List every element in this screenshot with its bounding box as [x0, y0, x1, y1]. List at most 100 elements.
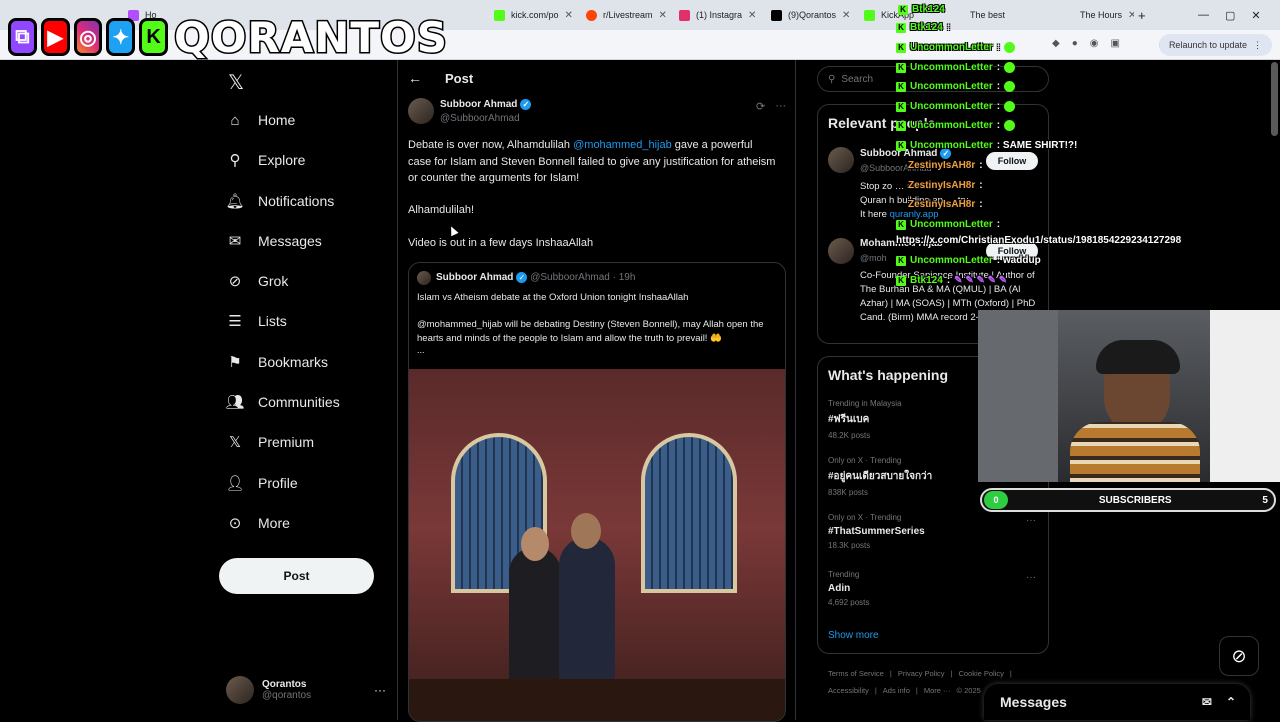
extension-icon[interactable]: ◆ — [1052, 38, 1060, 52]
close-window-icon[interactable]: ✕ — [1251, 9, 1260, 22]
nav-item-premium[interactable]: 𝕏 Premium — [226, 427, 314, 457]
window-controls[interactable]: — ▢ ✕ — [1198, 4, 1268, 26]
show-more-link[interactable]: Show more — [828, 630, 879, 641]
new-message-icon[interactable]: ✉ — [1202, 695, 1212, 709]
author-name-row[interactable]: Subboor Ahmad ✓ — [440, 99, 532, 110]
close-icon[interactable]: ✕ — [565, 10, 573, 21]
chevron-up-icon[interactable]: ⌃ — [1226, 695, 1236, 709]
trend-more-icon[interactable]: ··· — [1026, 515, 1036, 526]
account-switcher[interactable]: Qorantos @qorantos ··· — [226, 674, 386, 706]
puzzle-icon[interactable]: ▣ — [1110, 38, 1119, 52]
person-handle: @moh — [860, 253, 887, 263]
close-icon[interactable]: ✕ — [1128, 10, 1134, 21]
nav-label: Grok — [258, 273, 289, 289]
nav-item-lists[interactable]: ☰ Lists — [226, 306, 287, 336]
chat-text: : — [996, 101, 1001, 112]
terms-link[interactable]: Terms of Service — [828, 669, 884, 678]
trend-item[interactable]: Only on X · Trending #อยู่คนเดียวสบายใจก… — [828, 456, 932, 497]
author-handle[interactable]: @SubboorAhmad — [440, 113, 520, 124]
tab-label: (1) Instagra — [696, 10, 743, 20]
scrollbar[interactable] — [1271, 62, 1278, 136]
chat-message: ZestinyIsAH8r: — [908, 180, 983, 191]
close-icon[interactable]: ✕ — [748, 10, 756, 21]
avatar[interactable] — [828, 147, 854, 173]
webcam-chair — [1210, 310, 1280, 482]
kick-icon: K — [896, 81, 906, 92]
emote-row: ✎ ✎ ✎ ✎ ✎ — [954, 275, 1008, 286]
browser-tab[interactable]: r/Livestream ✕ — [586, 4, 672, 26]
menu-dots-icon[interactable]: ⋮ — [1253, 40, 1262, 51]
nav-item-notifications[interactable]: 🔔︎ Notifications — [225, 186, 334, 216]
nav-item-messages[interactable]: ✉ Messages — [226, 226, 322, 256]
chat-username: UncommonLetter — [910, 42, 993, 53]
back-arrow-icon[interactable]: ← — [408, 70, 422, 86]
chat-text: : — [946, 22, 951, 33]
subscriber-goal: 5 — [1262, 494, 1268, 506]
nav-item-communities[interactable]: 👥︎ Communities — [225, 387, 340, 417]
more-dots-icon[interactable]: ··· — [374, 683, 386, 697]
author-avatar[interactable] — [408, 98, 434, 124]
account-name: Qorantos — [262, 679, 307, 690]
follow-button[interactable]: Follow — [986, 152, 1038, 170]
cookie-link[interactable]: Cookie Policy — [958, 669, 1003, 678]
nav-item-bookmarks[interactable]: ⚑ Bookmarks — [226, 347, 328, 377]
twitch-icon: ⧉ — [8, 18, 37, 56]
person-icon: 👤︎ — [225, 475, 245, 492]
trend-item[interactable]: Trending in Malaysia #ฟรีนเบค 48.2K post… — [828, 399, 902, 440]
post-text: Debate is over now, Alhamdulilah @mohamm… — [408, 137, 778, 187]
more-dots-icon[interactable]: ··· — [775, 100, 786, 113]
chat-message: K Btk124: — [896, 22, 950, 33]
browser-tab[interactable]: (1) Instagra ✕ — [679, 4, 765, 26]
close-icon[interactable]: ✕ — [659, 10, 667, 21]
nav-item-explore[interactable]: ⚲ Explore — [226, 145, 306, 175]
post-button[interactable]: Post — [219, 558, 374, 594]
quoted-post[interactable]: Subboor Ahmad ✓ @SubboorAhmad · 19h Islam… — [408, 262, 786, 722]
trend-more-icon[interactable]: ··· — [1026, 572, 1036, 583]
chat-text: : — [979, 180, 983, 191]
nav-item-grok[interactable]: ⊘ Grok — [226, 266, 289, 296]
browser-tab[interactable]: (9)Qorantos ✕ — [771, 4, 857, 26]
nav-item-profile[interactable]: 👤︎ Profile — [225, 468, 297, 498]
twitter-icon: ✦ — [106, 18, 136, 56]
chat-username: UncommonLetter — [910, 101, 993, 112]
nav-label: Communities — [258, 394, 340, 410]
chat-message: https://x.com/ChristianExodu1/status/198… — [896, 235, 1181, 246]
messages-drawer-actions: ✉ ⌃ — [1202, 695, 1236, 709]
chat-username: UncommonLetter — [910, 140, 993, 151]
mention-link[interactable]: @mohammed_hijab — [573, 139, 672, 151]
nav-label: Home — [258, 112, 296, 128]
relaunch-button[interactable]: Relaunch to update ⋮ — [1158, 34, 1272, 56]
audio-icon[interactable]: ◉ — [1090, 38, 1099, 52]
search-icon: ⚲ — [229, 152, 241, 169]
x-logo-icon[interactable]: 𝕏 — [228, 70, 244, 95]
trend-item[interactable]: Trending Adin 4,692 posts — [828, 570, 869, 607]
avatar[interactable] — [828, 238, 854, 264]
accessibility-link[interactable]: Accessibility — [828, 686, 869, 695]
footer-links: Terms of Service | Privacy Policy | Cookie… — [828, 669, 1012, 678]
trend-item[interactable]: Only on X · Trending #ThatSummerSeries 1… — [828, 513, 925, 550]
maximize-icon[interactable]: ▢ — [1225, 9, 1235, 22]
chat-username: Btk124 — [910, 275, 943, 286]
messages-drawer[interactable]: Messages ✉ ⌃ — [984, 684, 1250, 720]
browser-tab[interactable]: The Hours ✕ — [1080, 4, 1134, 26]
close-icon[interactable]: ✕ — [842, 10, 850, 21]
chat-message: K UncommonLetter: — [896, 120, 1016, 131]
browser-tab[interactable]: The best — [970, 4, 1030, 26]
more-link[interactable]: More ··· — [924, 686, 951, 695]
chat-text: : — [996, 42, 1001, 53]
privacy-link[interactable]: Privacy Policy — [898, 669, 945, 678]
emote-icon — [1004, 62, 1016, 73]
extension-icon[interactable]: ● — [1072, 38, 1078, 52]
new-tab-button[interactable]: + — [1138, 4, 1152, 26]
browser-tab[interactable]: kick.com/po ✕ — [494, 4, 580, 26]
nav-item-home[interactable]: ⌂ Home — [226, 105, 295, 135]
ads-info-link[interactable]: Ads info — [883, 686, 910, 695]
tab-label: kick.com/po — [511, 10, 559, 20]
post-image[interactable] — [409, 369, 785, 721]
nav-item-more[interactable]: ⊙ More — [226, 508, 290, 538]
emote-icon — [1004, 101, 1016, 112]
grok-explain-icon[interactable]: ⟳ — [756, 100, 765, 113]
nav-label: Messages — [258, 233, 322, 249]
minimize-icon[interactable]: — — [1198, 9, 1209, 21]
grok-icon[interactable]: ⊘ — [1219, 636, 1259, 676]
